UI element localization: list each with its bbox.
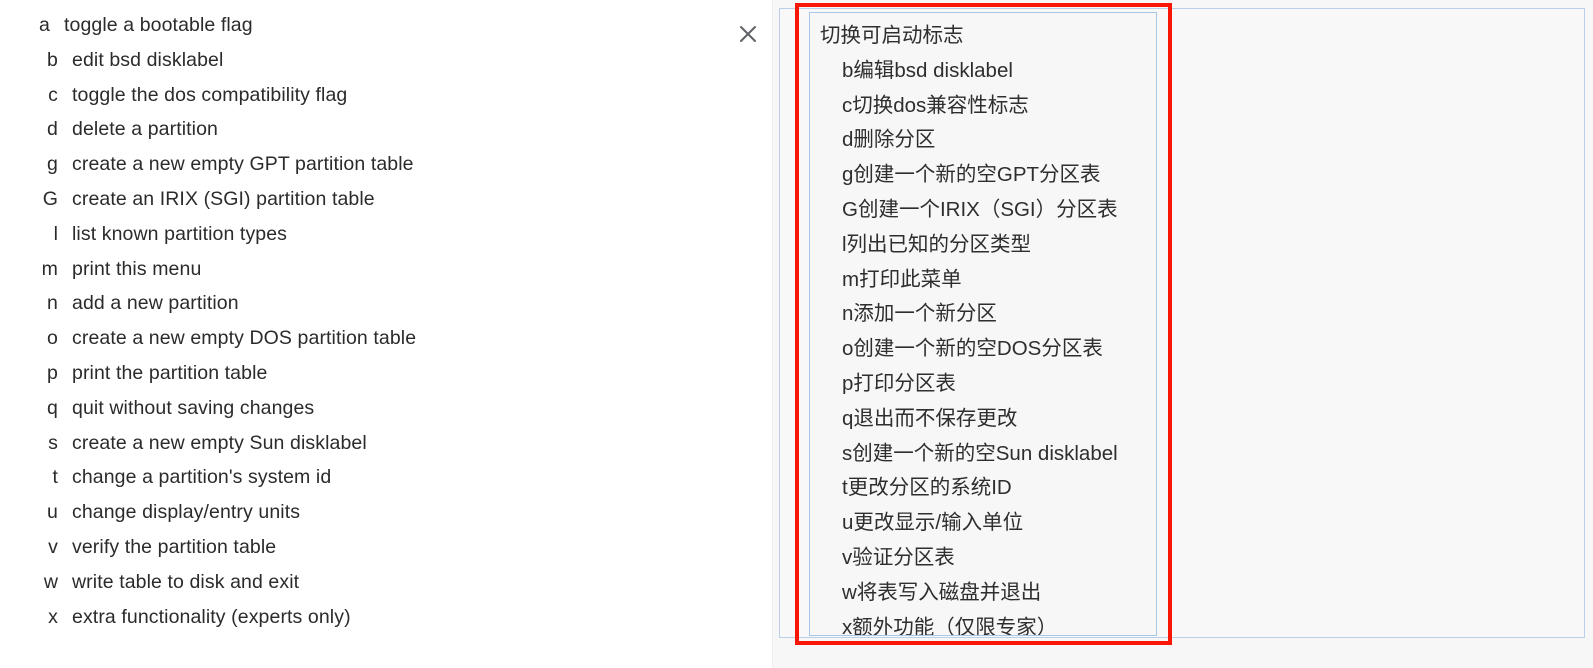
fdisk-command-list: a toggle a bootable flag b edit bsd disklab… xyxy=(0,14,720,640)
source-row-key: n xyxy=(47,292,58,315)
source-row: Gcreate an IRIX (SGI) partition table xyxy=(0,188,720,223)
source-row-description: print this menu xyxy=(72,257,202,280)
source-row-description: toggle a bootable flag xyxy=(64,14,253,36)
source-row: u change display/entry units xyxy=(0,501,720,536)
source-row: p print the partition table xyxy=(0,362,720,397)
source-row-description: delete a partition xyxy=(72,118,218,141)
translated-line: d删除分区 xyxy=(842,128,936,152)
translated-line: o创建一个新的空DOS分区表 xyxy=(842,337,1103,361)
source-row: o create a new empty DOS partition table xyxy=(0,327,720,362)
source-row: a toggle a bootable flag xyxy=(0,14,720,49)
source-row: x extra functionality (experts only) xyxy=(0,606,720,641)
source-row-key: c xyxy=(48,83,58,106)
source-row: d delete a partition xyxy=(0,118,720,153)
translated-line: n添加一个新分区 xyxy=(842,302,997,326)
source-row-description: toggle the dos compatibility flag xyxy=(72,83,348,106)
translated-line: w将表写入磁盘并退出 xyxy=(842,580,1042,604)
source-row: v verify the partition table xyxy=(0,536,720,571)
translated-line: s创建一个新的空Sun disklabel xyxy=(842,441,1118,465)
translated-line-list: 切换可启动标志 b编辑bsd disklabel c切换dos兼容性标志 d删除分区 g… xyxy=(810,19,1156,636)
source-row-key: l xyxy=(53,222,58,245)
source-row-key: d xyxy=(47,118,58,141)
source-row-key: p xyxy=(47,361,58,384)
source-text-pane: a toggle a bootable flag b edit bsd disklab… xyxy=(0,0,773,668)
translated-line: q退出而不保存更改 xyxy=(842,406,1018,430)
translated-line: g创建一个新的空GPT分区表 xyxy=(842,163,1101,187)
close-button[interactable] xyxy=(731,17,765,51)
source-row-description: create a new empty Sun disklabel xyxy=(72,431,367,454)
translated-line: 切换可启动标志 xyxy=(820,24,964,47)
translated-line: m打印此菜单 xyxy=(842,267,962,291)
translated-line: t更改分区的系统ID xyxy=(842,476,1012,500)
close-icon xyxy=(740,26,756,42)
source-row-description: create a new empty GPT partition table xyxy=(72,153,414,176)
source-row-key: q xyxy=(47,396,58,419)
source-row: g create a new empty GPT partition table xyxy=(0,153,720,188)
source-row: q quit without saving changes xyxy=(0,397,720,432)
translated-line: b编辑bsd disklabel xyxy=(842,58,1013,82)
source-row: n add a new partition xyxy=(0,292,720,327)
translated-line: v验证分区表 xyxy=(842,545,955,569)
source-row-description: extra functionality (experts only) xyxy=(72,605,351,628)
source-row-key: w xyxy=(43,570,58,593)
source-row-description: add a new partition xyxy=(72,292,239,315)
source-row-key: m xyxy=(41,257,58,280)
translated-line: p打印分区表 xyxy=(842,371,956,395)
source-row-description: verify the partition table xyxy=(72,535,277,558)
source-row-key: s xyxy=(48,431,58,454)
source-row-key: o xyxy=(47,327,58,350)
translated-line: c切换dos兼容性标志 xyxy=(842,93,1029,117)
source-row-description: create a new empty DOS partition table xyxy=(72,327,417,350)
translated-line: G创建一个IRIX（SGI）分区表 xyxy=(842,197,1118,221)
source-row-key: a xyxy=(39,14,50,36)
source-row: c toggle the dos compatibility flag xyxy=(0,84,720,119)
source-row-key: v xyxy=(48,535,58,558)
source-row: m print this menu xyxy=(0,258,720,293)
source-row-description: create an IRIX (SGI) partition table xyxy=(72,187,375,210)
source-row: t change a partition's system id xyxy=(0,466,720,501)
source-row-description: write table to disk and exit xyxy=(72,570,300,593)
translated-line: x额外功能（仅限专家） xyxy=(842,615,1058,636)
source-row-description: quit without saving changes xyxy=(72,396,315,419)
source-row-description: print the partition table xyxy=(72,361,268,384)
source-row-key: g xyxy=(47,153,58,176)
source-row-description: edit bsd disklabel xyxy=(72,48,224,71)
translated-line: u更改显示/输入单位 xyxy=(842,511,1024,535)
source-row-description: change a partition's system id xyxy=(72,466,332,489)
translation-card[interactable]: 切换可启动标志 b编辑bsd disklabel c切换dos兼容性标志 d删除分区 g… xyxy=(809,12,1157,636)
source-row-key: b xyxy=(47,48,58,71)
source-row-description: change display/entry units xyxy=(72,501,301,524)
source-row-description: list known partition types xyxy=(72,222,288,245)
source-row: b edit bsd disklabel xyxy=(0,49,720,84)
translation-surface: 切换可启动标志 b编辑bsd disklabel c切换dos兼容性标志 d删除分区 g… xyxy=(773,0,1593,668)
source-row-key: x xyxy=(48,605,58,628)
source-row-key: u xyxy=(47,501,58,524)
source-row-key: G xyxy=(42,187,58,210)
source-row: l list known partition types xyxy=(0,223,720,258)
translated-line: l列出已知的分区类型 xyxy=(842,232,1032,256)
source-row-key: t xyxy=(52,466,58,489)
source-row: w write table to disk and exit xyxy=(0,571,720,606)
source-row: s create a new empty Sun disklabel xyxy=(0,432,720,467)
